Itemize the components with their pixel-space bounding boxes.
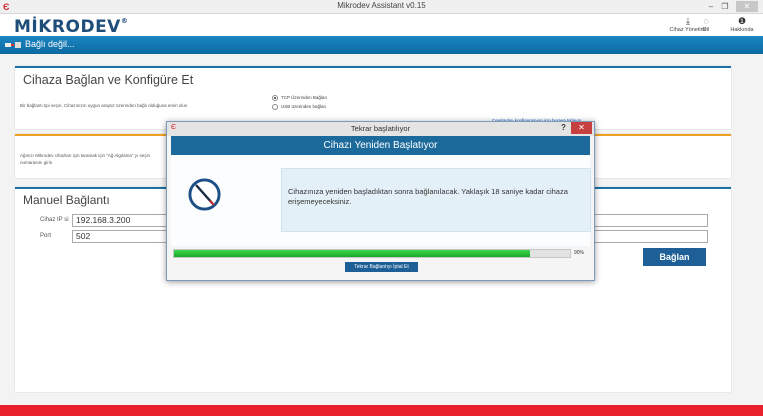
dialog-window-title: Tekrar başlatılıyor xyxy=(350,124,411,133)
progress-percent: 90% xyxy=(574,250,585,256)
connection-type-hint: Bir bağlantı tipi seçin. Cihazınızın uyg… xyxy=(20,103,188,108)
window-titlebar: Є Mikrodev Assistant v0.15 – ❐ ✕ xyxy=(0,0,763,14)
dialog-titlebar: Є Tekrar başlatılıyor ? ✕ xyxy=(167,122,594,136)
scan-hint-2: numarasını girin xyxy=(20,160,53,165)
brand-logo: MİKRODEV® xyxy=(14,17,129,37)
dialog-header: Cihazı Yeniden Başlatıyor xyxy=(171,136,590,155)
restart-progress-bar xyxy=(173,249,571,258)
connect-card: Cihaza Bağlan ve Konfigüre Et Bir bağlan… xyxy=(15,66,731,129)
connection-status-text: Bağlı değil... xyxy=(25,39,75,49)
help-button[interactable]: ? xyxy=(561,123,566,132)
globe-icon: ◌ xyxy=(703,16,709,26)
radio-unchecked-icon xyxy=(272,104,278,110)
dialog-body: Cihazınıza yeniden başladıktan sonra bağ… xyxy=(171,155,591,246)
footer-bar xyxy=(0,405,763,416)
info-icon: ❶ xyxy=(737,16,747,26)
ip-label: Cihaz IP si xyxy=(40,217,69,223)
connect-card-title: Cihaza Bağlan ve Konfigüre Et xyxy=(23,73,194,87)
scan-hint: Ağınızı Mikrodev cihazları için taramak … xyxy=(20,153,150,158)
restart-message-box: Cihazınıza yeniden başladıktan sonra bağ… xyxy=(281,168,591,232)
minimize-button[interactable]: – xyxy=(705,1,717,12)
language-button[interactable]: ◌ Dil xyxy=(695,16,717,33)
radio-tcp[interactable]: TCP Üzerinden Bağlan xyxy=(272,95,327,101)
radio-checked-icon xyxy=(272,95,278,101)
dialog-close-button[interactable]: ✕ xyxy=(571,122,592,134)
window-title: Mikrodev Assistant v0.15 xyxy=(337,1,426,10)
connect-button[interactable]: Bağlan xyxy=(643,248,706,266)
close-button[interactable]: ✕ xyxy=(736,1,758,12)
port-label: Port xyxy=(40,233,52,239)
progress-fill xyxy=(174,250,531,257)
connection-status-bar: Bağlı değil... xyxy=(0,36,763,54)
gauge-icon xyxy=(188,178,221,211)
manual-card-title: Manuel Bağlantı xyxy=(23,193,110,207)
app-header: MİKRODEV® ⤓ Cihaz Yönetimi ◌ Dil ❶ Hakkı… xyxy=(0,14,763,37)
restart-message: Cihazınıza yeniden başladıktan sonra bağ… xyxy=(288,187,568,206)
cancel-reconnect-button[interactable]: Tekrar Bağlantıyı İptal Et xyxy=(345,262,418,272)
radio-usb[interactable]: USB üzerinden bağlan xyxy=(272,104,326,110)
plug-disconnected-icon xyxy=(5,42,21,48)
maximize-button[interactable]: ❐ xyxy=(719,1,731,12)
about-button[interactable]: ❶ Hakkında xyxy=(722,16,762,33)
